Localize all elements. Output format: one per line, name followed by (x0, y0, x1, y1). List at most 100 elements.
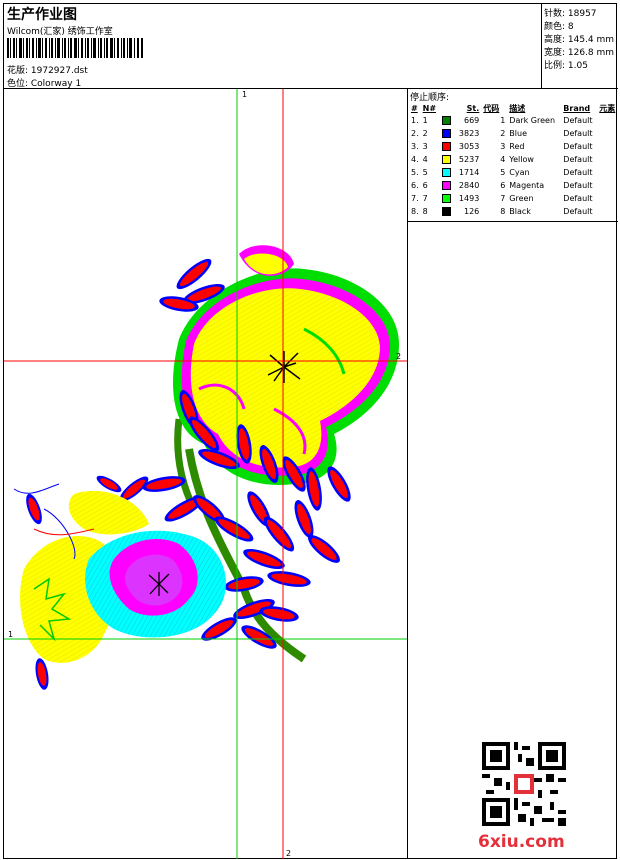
needle-number: 7 (422, 194, 428, 203)
row-brand: Default (563, 194, 593, 203)
upper-flower (173, 245, 399, 485)
table-row: 7. 7 1493 7 Green Default (409, 192, 617, 205)
guide-lines (4, 89, 407, 859)
row-stitches: 3053 (458, 142, 480, 151)
row-n: 2 (421, 127, 454, 140)
col-brand: Brand (563, 103, 591, 113)
barcode (7, 38, 143, 58)
stat-scale: 比例: 1.05 (544, 61, 588, 71)
row-stitches: 669 (464, 116, 480, 125)
row-index: 1. (411, 116, 419, 125)
color-swatch (442, 129, 452, 138)
col-element: 元素 (599, 103, 616, 113)
color-swatch (442, 181, 452, 190)
color-swatch (442, 168, 452, 177)
axis-label-top: 1 (242, 90, 248, 99)
row-n: 1 (421, 114, 454, 127)
needle-number: 3 (422, 142, 428, 151)
row-desc: Blue (509, 129, 527, 138)
axis-label-bottom: 2 (286, 849, 292, 858)
site-watermark: 6xiu.com (478, 832, 565, 852)
table-row: 1. 1 669 1 Dark Green Default (409, 114, 617, 127)
table-row: 6. 6 2840 6 Magenta Default (409, 179, 617, 192)
row-code: 4 (500, 155, 506, 164)
col-code: 代码 (483, 103, 500, 113)
row-code: 5 (500, 168, 506, 177)
qr-code (482, 742, 566, 826)
colorway: 色位: Colorway 1 (7, 79, 82, 89)
row-n: 4 (421, 153, 454, 166)
row-n: 3 (421, 140, 454, 153)
row-index: 2. (411, 129, 419, 138)
table-row: 4. 4 5237 4 Yellow Default (409, 153, 617, 166)
stat-height: 高度: 145.4 mm (544, 35, 615, 45)
lower-flowers (13, 483, 226, 663)
row-stitches: 126 (464, 207, 480, 216)
embroidery-image (4, 89, 407, 859)
stop-sequence-panel: 停止顺序: # N# St. 代码 描述 Brand 元素 1. 1 669 1 Da… (408, 89, 618, 222)
color-swatch (442, 207, 452, 216)
row-index: 5. (411, 168, 419, 177)
row-brand: Default (563, 116, 593, 125)
col-st: St. (466, 103, 480, 113)
production-sheet: 生产作业图 Wilcom(汇家) 绣饰工作室 花版: 1972927.dst 色… (3, 3, 618, 859)
needle-number: 8 (422, 207, 428, 216)
table-row: 3. 3 3053 3 Red Default (409, 140, 617, 153)
row-code: 2 (500, 129, 506, 138)
stat-width: 宽度: 126.8 mm (544, 48, 615, 58)
row-code: 3 (500, 142, 506, 151)
col-desc: 描述 (509, 103, 526, 113)
needle-number: 1 (422, 116, 428, 125)
row-brand: Default (563, 207, 593, 216)
row-code: 6 (500, 181, 506, 190)
row-code: 1 (500, 116, 506, 125)
table-row: 2. 2 3823 2 Blue Default (409, 127, 617, 140)
row-index: 8. (411, 207, 419, 216)
stat-stitches: 针数: 18957 (544, 9, 597, 19)
row-desc: Yellow (509, 155, 534, 164)
row-n: 7 (421, 192, 454, 205)
row-desc: Black (509, 207, 531, 216)
row-desc: Dark Green (509, 116, 556, 125)
row-index: 7. (411, 194, 419, 203)
stats-panel: 针数: 18957 颜色: 8 高度: 145.4 mm 宽度: 126.8 m… (542, 4, 618, 89)
col-hash: # (411, 103, 418, 113)
studio-name: Wilcom(汇家) 绣饰工作室 (7, 27, 113, 37)
row-desc: Magenta (509, 181, 545, 190)
needle-number: 2 (422, 129, 428, 138)
row-index: 4. (411, 155, 419, 164)
row-index: 3. (411, 142, 419, 151)
stop-sequence-table: # N# St. 代码 描述 Brand 元素 1. 1 669 1 Dark Gre… (409, 102, 617, 218)
row-n: 5 (421, 166, 454, 179)
row-desc: Green (509, 194, 534, 203)
design-preview: 1 2 1 2 (4, 89, 408, 859)
row-n: 8 (421, 205, 454, 218)
row-brand: Default (563, 181, 593, 190)
row-stitches: 1493 (458, 194, 480, 203)
needle-number: 5 (422, 168, 428, 177)
table-header-row: # N# St. 代码 描述 Brand 元素 (409, 102, 617, 114)
color-swatch (442, 142, 452, 151)
needle-number: 6 (422, 181, 428, 190)
row-stitches: 2840 (458, 181, 480, 190)
design-file: 花版: 1972927.dst (7, 66, 88, 76)
row-desc: Red (509, 142, 525, 151)
stat-colors: 颜色: 8 (544, 22, 574, 32)
needle-number: 4 (422, 155, 428, 164)
table-row: 8. 8 126 8 Black Default (409, 205, 617, 218)
row-code: 8 (500, 207, 506, 216)
axis-label-left: 1 (8, 630, 14, 639)
row-brand: Default (563, 155, 593, 164)
row-index: 6. (411, 181, 419, 190)
table-row: 5. 5 1714 5 Cyan Default (409, 166, 617, 179)
row-n: 6 (421, 179, 454, 192)
color-swatch (442, 155, 452, 164)
row-stitches: 1714 (458, 168, 480, 177)
col-n: N# (422, 103, 437, 113)
color-swatch (442, 116, 452, 125)
row-stitches: 5237 (458, 155, 480, 164)
row-brand: Default (563, 142, 593, 151)
row-brand: Default (563, 129, 593, 138)
axis-label-right: 2 (396, 352, 402, 361)
row-brand: Default (563, 168, 593, 177)
